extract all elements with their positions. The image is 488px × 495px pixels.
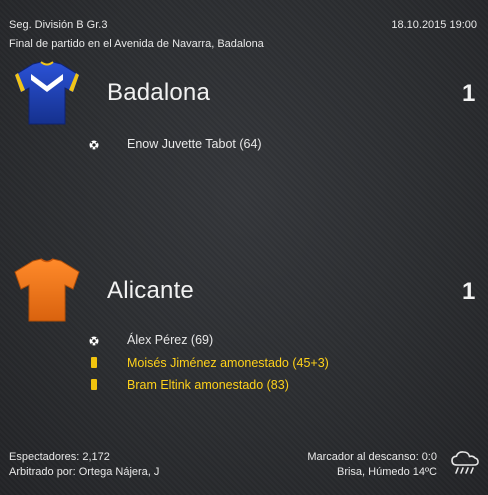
ball-icon (88, 334, 100, 346)
event-text: Moisés Jiménez amonestado (45+3) (127, 356, 329, 370)
event-text: Bram Eltink amonestado (83) (127, 378, 289, 392)
rain-cloud-icon (450, 450, 480, 476)
yellow-card-icon (88, 357, 100, 369)
competition-label: Seg. División B Gr.3 (9, 19, 108, 31)
away-card-event: Bram Eltink amonestado (83) (0, 377, 488, 395)
halftime-score-label: Marcador al descanso: 0:0 (307, 451, 437, 463)
away-score: 1 (462, 278, 476, 305)
away-card-event: Moisés Jiménez amonestado (45+3) (0, 355, 488, 373)
venue-line: Final de partido en el Avenida de Navarr… (9, 38, 264, 50)
away-goal-event: Álex Pérez (69) (0, 332, 488, 350)
attendance-label: Espectadores: 2,172 (9, 451, 110, 463)
home-score: 1 (462, 80, 476, 107)
event-text: Enow Juvette Tabot (64) (127, 137, 262, 151)
referee-label: Arbitrado por: Ortega Nájera, J (9, 466, 160, 478)
away-team-name: Alicante (107, 277, 194, 304)
home-team-name: Badalona (107, 79, 211, 106)
yellow-card-icon (88, 379, 100, 391)
away-kit-shirt-icon (9, 255, 85, 327)
home-goal-event: Enow Juvette Tabot (64) (0, 136, 488, 154)
weather-text: Brisa, Húmedo 14ºC (336, 466, 437, 478)
ball-icon (88, 138, 100, 150)
match-datetime: 18.10.2015 19:00 (391, 19, 477, 31)
home-kit-shirt-icon (9, 58, 85, 130)
event-text: Álex Pérez (69) (127, 333, 214, 347)
